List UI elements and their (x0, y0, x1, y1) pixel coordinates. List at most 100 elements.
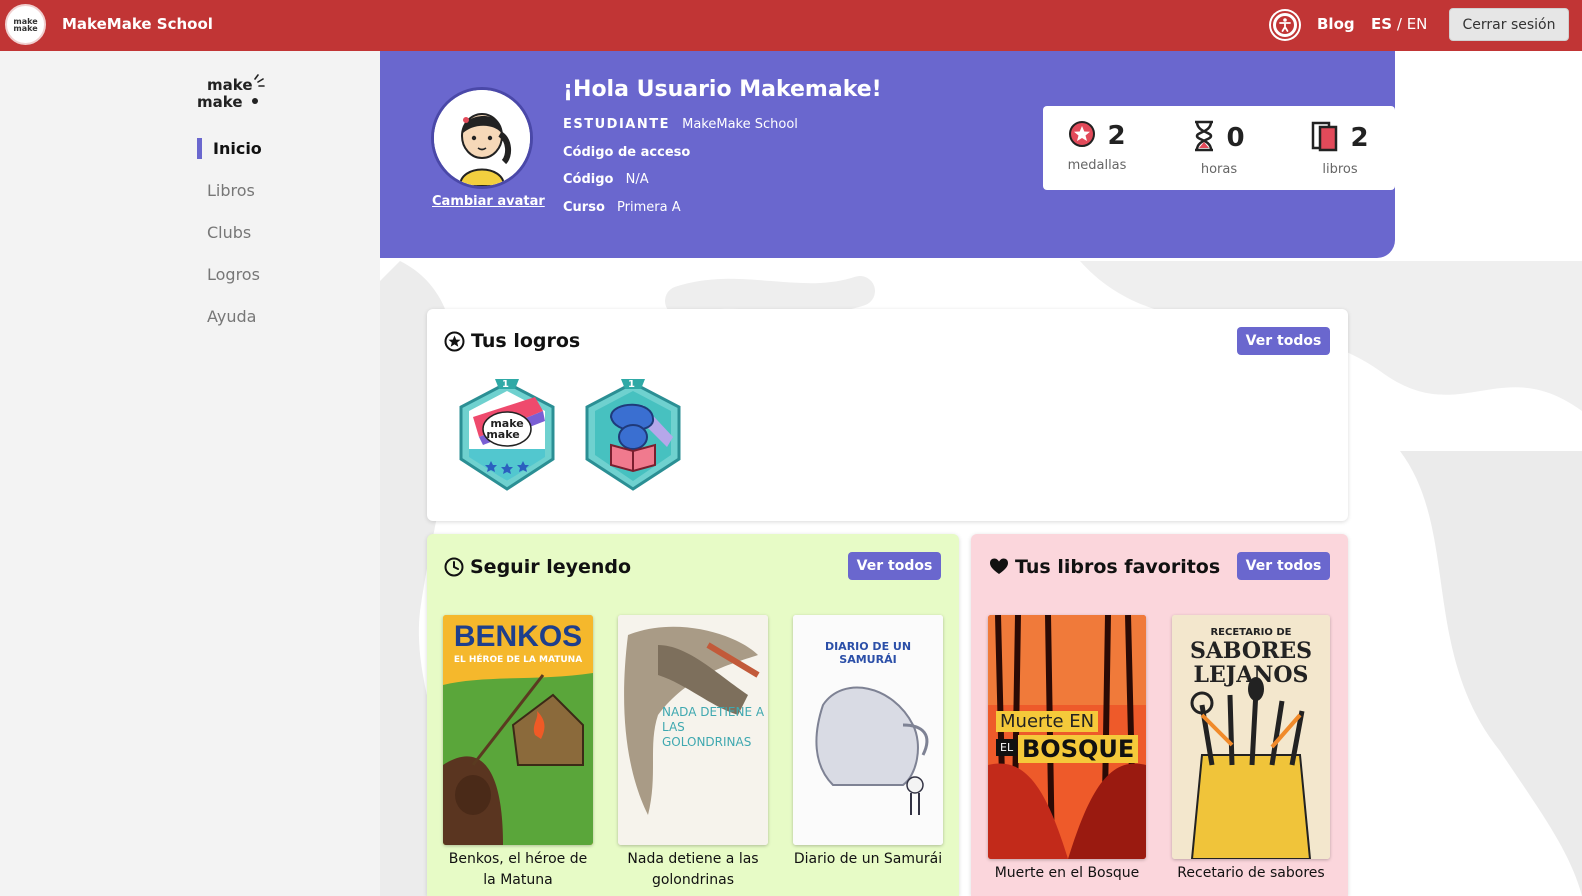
book-item[interactable]: RECETARIO DE SABORES LEJANOS Recetario d… (1172, 615, 1330, 884)
favorites-title-text: Tus libros favoritos (1015, 556, 1221, 578)
book-title: Recetario de sabores (1177, 865, 1325, 881)
stat-hours: 0 horas (1169, 120, 1269, 177)
badge-level: 1 (628, 379, 635, 390)
cover-title: BOSQUE (1018, 735, 1139, 763)
continue-reading-card: Seguir leyendo Ver todos BENKOS EL HÉROE… (427, 534, 959, 896)
sidebar: make make Inicio Libros Clubs Logros Ayu… (0, 51, 380, 896)
books-label: libros (1322, 162, 1358, 177)
book-title-line-1: Diario de un Samurái (793, 851, 943, 867)
book-title-line-1: Benkos, el héroe de (448, 851, 588, 867)
sidebar-item-inicio[interactable]: Inicio (213, 139, 262, 158)
book-title: Muerte en el Bosque (994, 865, 1140, 881)
lang-en-link[interactable]: EN (1407, 15, 1428, 33)
cover-title-top: Muerte EN (996, 711, 1099, 732)
favorites-title: Tus libros favoritos (989, 556, 1220, 578)
course-row: Curso Primera A (563, 200, 681, 215)
change-avatar-link[interactable]: Cambiar avatar (432, 194, 545, 209)
role-value: MakeMake School (682, 117, 798, 132)
book-title-line-2: la Matuna (483, 872, 553, 888)
cover-title: SABORES LEJANOS (1189, 638, 1313, 688)
book-cover[interactable]: RECETARIO DE SABORES LEJANOS (1172, 615, 1330, 859)
language-switcher: ES / EN (1371, 15, 1427, 33)
blog-link[interactable]: Blog (1317, 15, 1355, 33)
achievements-see-all-button[interactable]: Ver todos (1237, 327, 1330, 355)
book-cover[interactable]: BENKOS EL HÉROE DE LA MATUNA (443, 615, 593, 845)
book-cover[interactable]: DIARIO DE UN SAMURÁI (793, 615, 943, 845)
book-title: Diario de un Samurái (793, 849, 943, 870)
achievement-badge-reader[interactable]: 1 (581, 377, 685, 495)
cover-title-top: RECETARIO DE (1210, 627, 1292, 638)
cover-title: BENKOS (453, 620, 583, 653)
hourglass-icon (1193, 120, 1215, 156)
user-avatar[interactable] (431, 87, 533, 189)
sidebar-item-ayuda[interactable]: Ayuda (207, 307, 256, 326)
code-label: Código (563, 172, 614, 187)
role-label: ESTUDIANTE (563, 117, 670, 132)
book-item[interactable]: BENKOS EL HÉROE DE LA MATUNA Benkos, el … (443, 615, 593, 891)
profile-header: Cambiar avatar ¡Hola Usuario Makemake! E… (380, 51, 1395, 258)
achievement-badge-makemake[interactable]: make make 1 (455, 377, 559, 495)
book-item[interactable]: NADA DETIENE A LAS GOLONDRINAS Nada deti… (618, 615, 768, 891)
course-value: Primera A (617, 200, 681, 215)
school-name[interactable]: MakeMake School (62, 15, 213, 33)
book-cover[interactable]: Muerte EN EL BOSQUE (988, 615, 1146, 859)
makemake-logo[interactable]: make make (197, 73, 267, 117)
medals-label: medallas (1067, 158, 1127, 173)
book-title-line-1: Nada detiene a las (627, 851, 759, 867)
book-title: Nada detiene a las golondrinas (618, 849, 768, 891)
svg-text:make: make (207, 76, 253, 94)
accessibility-icon[interactable] (1271, 11, 1299, 39)
course-label: Curso (563, 200, 605, 215)
access-code-row: Código de acceso (563, 145, 698, 160)
book-cover[interactable]: NADA DETIENE A LAS GOLONDRINAS (618, 615, 768, 845)
role-row: ESTUDIANTE MakeMake School (563, 117, 798, 132)
continue-reading-see-all-button[interactable]: Ver todos (848, 552, 941, 580)
clock-icon (444, 557, 464, 577)
avatar-illustration (434, 90, 530, 186)
achievements-card: Tus logros Ver todos make make 1 1 (427, 309, 1348, 521)
school-logo[interactable]: make make (5, 4, 46, 45)
continue-reading-title: Seguir leyendo (444, 556, 631, 578)
nav-active-indicator (197, 138, 202, 159)
sidebar-item-logros[interactable]: Logros (207, 265, 260, 284)
stat-books: 2 libros (1290, 120, 1390, 177)
medals-count: 2 (1107, 121, 1126, 151)
greeting-title: ¡Hola Usuario Makemake! (563, 77, 882, 102)
lang-separator: / (1396, 15, 1402, 33)
school-logo-text: make make (13, 16, 38, 33)
book-title: Benkos, el héroe de la Matuna (443, 849, 593, 891)
favorites-see-all-button[interactable]: Ver todos (1237, 552, 1330, 580)
lang-es-link[interactable]: ES (1371, 15, 1392, 33)
star-circle-icon (444, 331, 465, 351)
svg-text:make: make (197, 93, 243, 111)
favorites-card: Tus libros favoritos Ver todos Muerte EN… (971, 534, 1348, 896)
achievements-title: Tus logros (444, 330, 580, 352)
cover-title: NADA DETIENE A LAS GOLONDRINAS (662, 705, 765, 749)
makemake-logo-graphic: make make (197, 74, 265, 111)
code-value: N/A (625, 172, 649, 187)
badge-level: 1 (502, 379, 509, 390)
book-title-line-2: golondrinas (651, 872, 735, 888)
books-icon (1311, 120, 1339, 156)
sidebar-item-libros[interactable]: Libros (207, 181, 255, 200)
medal-icon (1068, 120, 1096, 152)
hours-count: 0 (1226, 123, 1245, 153)
cover-title-el: EL (996, 739, 1018, 756)
stat-medals: 2 medallas (1047, 120, 1147, 173)
access-code-label: Código de acceso (563, 145, 691, 160)
logout-button[interactable]: Cerrar sesión (1449, 8, 1569, 41)
heart-icon (990, 558, 1008, 574)
cover-title: DIARIO DE UN SAMURÁI (824, 640, 912, 666)
top-navbar: make make MakeMake School Blog ES / EN C… (0, 0, 1582, 51)
svg-text:make: make (486, 428, 519, 441)
hours-label: horas (1200, 162, 1238, 177)
achievements-title-text: Tus logros (471, 330, 581, 352)
stats-panel: 2 medallas 0 horas 2 libros (1043, 106, 1395, 190)
code-row: Código N/A (563, 172, 649, 187)
continue-reading-title-text: Seguir leyendo (470, 556, 632, 578)
book-item[interactable]: Muerte EN EL BOSQUE Muerte en el Bosque (988, 615, 1146, 884)
book-item[interactable]: DIARIO DE UN SAMURÁI Diario de un Samurá… (793, 615, 943, 870)
sidebar-item-clubs[interactable]: Clubs (207, 223, 251, 242)
books-count: 2 (1350, 123, 1369, 153)
cover-subtitle: EL HÉROE DE LA MATUNA (453, 655, 583, 665)
